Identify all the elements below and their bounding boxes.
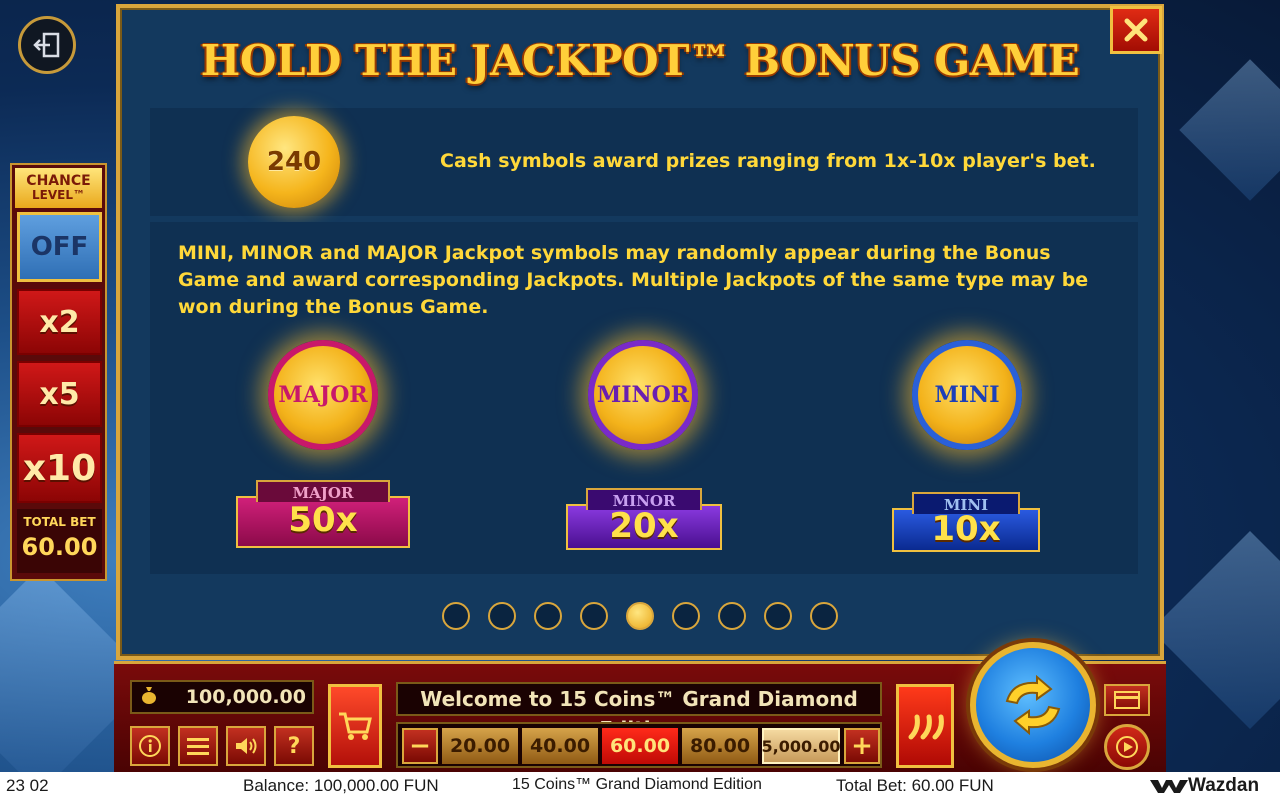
page-dot[interactable] (534, 602, 562, 630)
autoplay-button[interactable] (1104, 724, 1150, 770)
jackpot-row: MINI, MINOR and MAJOR Jackpot symbols ma… (150, 222, 1138, 574)
mini-coin-icon: MINI (912, 340, 1022, 450)
major-coin-icon: MAJOR (268, 340, 378, 450)
page-title: HOLD THE JACKPOT™ BONUS GAME (200, 36, 1080, 85)
page-indicator (120, 598, 1160, 638)
info-panel: HOLD THE JACKPOT™ BONUS GAME 240 Cash sy… (116, 4, 1164, 660)
decrease-bet-button[interactable]: − (402, 728, 438, 764)
chance-level-title-line1: CHANCE (26, 173, 91, 189)
wazdan-logo-icon (1150, 780, 1188, 793)
shop-button[interactable] (328, 684, 382, 768)
sound-button[interactable] (226, 726, 266, 766)
minor-badge: MINOR 20x (566, 488, 722, 550)
exit-button[interactable] (18, 16, 76, 74)
status-bar: 23 02 Balance: 100,000.00 FUN 15 Coins™ … (0, 772, 1280, 800)
cash-description: Cash symbols award prizes ranging from 1… (440, 150, 1096, 172)
balance-value: 100,000.00 (185, 686, 306, 708)
chili-pepper-icon (908, 714, 944, 740)
background-crystal (1179, 59, 1280, 201)
chance-level-x10-button[interactable]: x10 (17, 433, 102, 503)
page-dot[interactable] (488, 602, 516, 630)
chance-level-title-line2: LEVEL™ (32, 188, 85, 202)
mini-coin-label: MINI (934, 382, 1000, 408)
cash-coin-icon: 240 (248, 116, 340, 208)
status-game-name: 15 Coins™ Grand Diamond Edition (512, 776, 762, 793)
increase-bet-button[interactable]: + (844, 728, 880, 764)
page-dot[interactable] (672, 602, 700, 630)
info-button[interactable] (130, 726, 170, 766)
brand-logo: Wazdan (1150, 775, 1259, 797)
bet-option-selected[interactable]: 60.00 (602, 728, 678, 764)
minor-badge-label: MINOR (586, 488, 702, 510)
spin-button[interactable] (970, 642, 1096, 768)
balance-display: 100,000.00 (130, 680, 314, 714)
hot-feature-button[interactable] (896, 684, 954, 768)
cash-coin-value: 240 (266, 147, 322, 177)
status-balance: Balance: 100,000.00 FUN (243, 776, 439, 795)
clock: 23 02 (6, 776, 49, 795)
brand-name: Wazdan (1188, 775, 1260, 796)
info-icon (139, 735, 161, 757)
menu-button[interactable] (178, 726, 218, 766)
mini-badge: MINI 10x (892, 492, 1040, 552)
exit-icon (33, 32, 60, 58)
speaker-icon (236, 738, 257, 754)
card-icon (1114, 691, 1140, 709)
page-dot[interactable] (580, 602, 608, 630)
major-badge: MAJOR 50x (236, 480, 410, 548)
total-bet-label: TOTAL BET (23, 515, 96, 529)
total-bet-value: 60.00 (21, 533, 98, 561)
cash-symbol-row: 240 Cash symbols award prizes ranging fr… (150, 108, 1138, 216)
chance-level-panel: CHANCE LEVEL™ OFF x2 x5 x10 TOTAL BET 60… (10, 163, 107, 581)
chance-total-bet: TOTAL BET 60.00 (17, 509, 102, 573)
status-total-bet: Total Bet: 60.00 FUN (836, 776, 994, 795)
bet-option[interactable]: 80.00 (682, 728, 758, 764)
spin-arrows-icon (1005, 675, 1061, 735)
minor-coin-icon: MINOR (588, 340, 698, 450)
bet-option[interactable]: 40.00 (522, 728, 598, 764)
bet-selector: − 20.00 40.00 60.00 80.00 5,000.00 + (396, 722, 882, 768)
major-coin-label: MAJOR (278, 382, 368, 408)
page-dot[interactable] (810, 602, 838, 630)
minor-coin-label: MINOR (596, 382, 690, 408)
welcome-message: Welcome to 15 Coins™ Grand Diamond Editi… (396, 682, 882, 741)
shopping-cart-icon (339, 712, 372, 740)
page-dot-active[interactable] (626, 602, 654, 630)
control-console: 100,000.00 ? Welcome to 15 Coins™ Grand … (114, 642, 1166, 772)
play-icon (1116, 736, 1138, 758)
background-crystal (1151, 531, 1280, 729)
major-badge-label: MAJOR (256, 480, 390, 502)
bet-option-custom[interactable]: 5,000.00 (762, 728, 840, 764)
help-button[interactable]: ? (274, 726, 314, 766)
chance-level-x5-button[interactable]: x5 (17, 361, 102, 427)
chance-level-x2-button[interactable]: x2 (17, 289, 102, 355)
major-multiplier: 50x (288, 500, 358, 540)
page-dot[interactable] (718, 602, 746, 630)
page-dot[interactable] (442, 602, 470, 630)
jackpot-description: MINI, MINOR and MAJOR Jackpot symbols ma… (178, 242, 1089, 318)
minor-multiplier: 20x (609, 506, 679, 546)
autoplay-settings-button[interactable] (1104, 684, 1150, 716)
bet-option[interactable]: 20.00 (442, 728, 518, 764)
mini-badge-label: MINI (912, 492, 1020, 514)
chance-level-title: CHANCE LEVEL™ (15, 168, 102, 208)
chance-level-off-button[interactable]: OFF (17, 212, 102, 282)
money-bag-icon (136, 686, 162, 709)
menu-icon (187, 738, 209, 755)
page-dot[interactable] (764, 602, 792, 630)
